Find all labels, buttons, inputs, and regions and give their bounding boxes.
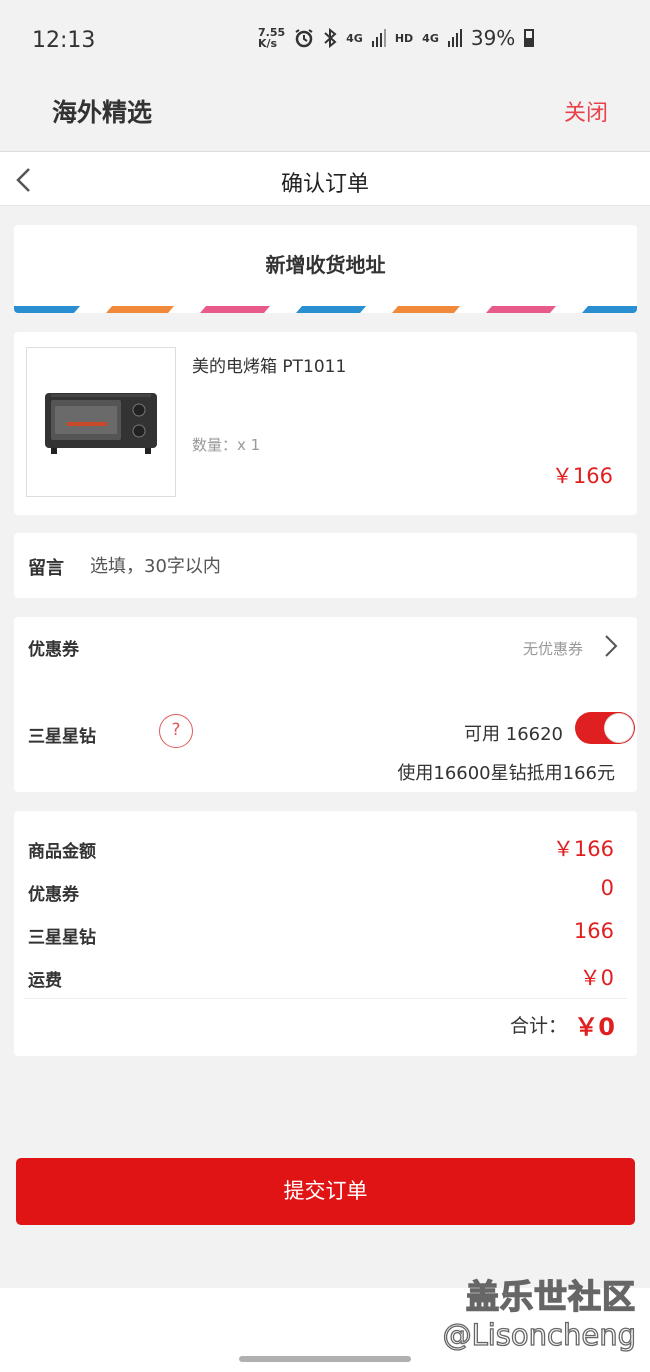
signal-icon — [371, 29, 386, 47]
signal-icon — [447, 29, 462, 47]
hd-badge: HD — [394, 31, 414, 45]
summary-row-coupon: 优惠券 0 — [14, 876, 637, 906]
diamond-use-text: 使用16600星钻抵用166元 — [397, 763, 615, 784]
battery-icon — [524, 29, 535, 47]
summary-row-diamond: 三星星钻 166 — [14, 919, 637, 949]
summary-value: 0 — [600, 876, 614, 900]
summary-label: 运费 — [28, 971, 62, 991]
bluetooth-icon — [324, 28, 337, 48]
summary-label: 优惠券 — [28, 885, 79, 905]
total-value: ￥0 — [574, 1013, 615, 1041]
home-indicator[interactable] — [239, 1356, 411, 1362]
close-button[interactable]: 关闭 — [564, 95, 608, 127]
message-input[interactable] — [90, 551, 620, 581]
message-card: 留言 — [14, 533, 637, 598]
watermark-title: 盖乐世社区 — [465, 1276, 636, 1317]
status-bar: 12:13 7.55 K/s 4G HD 4G 39% — [0, 0, 650, 80]
address-stripe — [14, 306, 637, 313]
help-icon[interactable]: ? — [159, 714, 193, 748]
chevron-right-icon[interactable] — [603, 634, 619, 658]
app-header: 海外精选 关闭 — [0, 80, 650, 150]
product-price: ￥166 — [551, 464, 613, 488]
total-label: 合计： — [509, 1015, 567, 1037]
summary-value: ￥0 — [579, 966, 614, 990]
message-label: 留言 — [28, 558, 64, 579]
diamond-toggle[interactable] — [575, 712, 635, 744]
diamond-available: 可用 16620 — [464, 724, 563, 745]
coupon-value[interactable]: 无优惠券 — [523, 638, 583, 659]
add-address-label: 新增收货地址 — [265, 253, 386, 277]
coupon-label: 优惠券 — [28, 640, 79, 660]
product-name: 美的电烤箱 PT1011 — [192, 357, 347, 377]
watermark-user: @Lisoncheng — [442, 1317, 637, 1352]
add-address-card[interactable]: 新增收货地址 — [14, 225, 637, 313]
diamond-label: 三星星钻 — [28, 727, 96, 747]
summary-row-goods: 商品金额 ￥166 — [14, 833, 637, 863]
summary-value: ￥166 — [552, 837, 614, 861]
summary-label: 商品金额 — [28, 842, 96, 862]
divider — [24, 998, 627, 999]
app-title: 海外精选 — [52, 98, 153, 127]
alarm-icon — [295, 29, 313, 48]
submit-order-button[interactable]: 提交订单 — [16, 1158, 635, 1225]
status-time: 12:13 — [32, 28, 96, 53]
summary-label: 三星星钻 — [28, 928, 96, 948]
battery-percent: 39% — [470, 26, 516, 50]
product-quantity: 数量：x 1 — [192, 436, 261, 454]
network-4g-1: 4G — [346, 31, 363, 45]
summary-value: 166 — [573, 919, 614, 943]
network-speed: 7.55 K/s — [258, 26, 286, 50]
discount-card: 优惠券 无优惠券 三星星钻 ? 可用 16620 使用16600星钻抵用166元 — [14, 617, 637, 792]
toggle-knob — [604, 713, 634, 743]
product-image — [26, 347, 176, 497]
summary-card: 商品金额 ￥166 优惠券 0 三星星钻 166 运费 ￥0 合计： ￥0 — [14, 811, 637, 1056]
product-card[interactable]: 美的电烤箱 PT1011 数量：x 1 ￥166 — [14, 332, 637, 515]
nav-bar: 确认订单 — [0, 151, 650, 206]
page-title: 确认订单 — [280, 172, 369, 197]
status-icons: 7.55 K/s 4G HD 4G 39% — [258, 26, 535, 50]
network-4g-2: 4G — [422, 31, 439, 45]
toaster-oven-image — [45, 393, 157, 454]
summary-row-shipping: 运费 ￥0 — [14, 962, 637, 992]
